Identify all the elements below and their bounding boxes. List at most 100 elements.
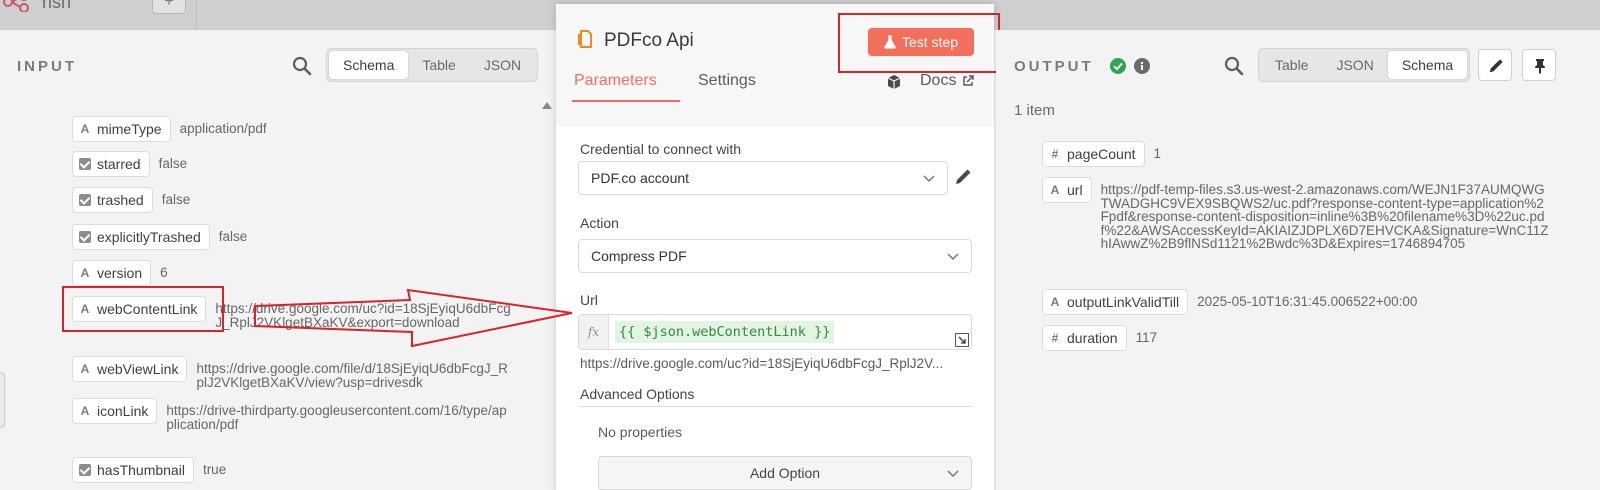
field-value: false [158, 156, 188, 171]
annotation-highlight-test-step [838, 13, 1000, 73]
cube-icon [887, 75, 901, 89]
schema-field: starred false [72, 151, 187, 177]
expand-icon[interactable] [955, 333, 969, 347]
field-name: version [97, 265, 143, 281]
edit-output-button[interactable] [1478, 49, 1512, 81]
field-value: https://drive-thirdparty.googleuserconte… [166, 403, 507, 432]
action-select[interactable]: Compress PDF [578, 239, 972, 273]
tab-json[interactable]: JSON [1322, 51, 1387, 79]
pin-icon [1535, 59, 1545, 74]
search-icon[interactable] [292, 56, 312, 76]
panel-resize-handle[interactable] [0, 372, 5, 428]
docs-label: Docs [920, 72, 957, 89]
field-name: mimeType [97, 121, 162, 137]
schema-field: hasThumbnail true [72, 457, 226, 483]
string-type-icon: A [80, 266, 90, 280]
pencil-icon [1489, 59, 1503, 73]
number-type-icon: # [1051, 331, 1059, 345]
tab-table[interactable]: Table [1261, 51, 1322, 79]
add-button[interactable]: + [152, 0, 186, 14]
add-option-dropdown[interactable]: Add Option [598, 456, 972, 490]
tab-json[interactable]: JSON [470, 51, 535, 79]
field-value: https://drive.google.com/uc?id=18SjEyiqU… [215, 301, 511, 330]
workflow-icon [2, 0, 32, 13]
boolean-type-icon [79, 158, 91, 170]
scroll-up-arrow[interactable] [542, 102, 552, 109]
schema-field: # pageCount 1 [1042, 141, 1161, 167]
divider [578, 406, 972, 407]
field-pill[interactable]: trashed [72, 187, 153, 213]
field-pill[interactable]: starred [72, 151, 150, 177]
no-properties-text: No properties [598, 424, 683, 440]
schema-field: AoutputLinkValidTill 2025-05-10T16:31:45… [1042, 289, 1417, 315]
node-title[interactable]: PDFco Api [604, 30, 694, 52]
action-value: Compress PDF [591, 248, 687, 264]
field-name: iconLink [97, 403, 149, 419]
field-pill[interactable]: AoutputLinkValidTill [1042, 289, 1189, 315]
url-expression-input[interactable]: fx {{ $json.webContentLink }} [578, 314, 972, 350]
boolean-type-icon [79, 464, 91, 476]
tab-settings[interactable]: Settings [698, 72, 756, 90]
search-icon[interactable] [1224, 56, 1244, 76]
node-details-modal: INPUT Schema Table JSON AmimeType applic… [0, 4, 1600, 490]
workflow-name[interactable]: rish [42, 0, 71, 13]
input-title: INPUT [17, 58, 77, 75]
output-view-switcher: Table JSON Schema [1258, 48, 1471, 82]
docs-link[interactable]: Docs [920, 72, 975, 90]
field-name: explicitlyTrashed [97, 229, 201, 245]
url-label: Url [580, 292, 598, 308]
items-count: 1 item [1014, 102, 1055, 119]
tab-parameters[interactable]: Parameters [574, 72, 657, 90]
divider [196, 0, 197, 32]
schema-field: AmimeType application/pdf [72, 116, 267, 142]
field-value: 1 [1153, 146, 1162, 161]
field-pill[interactable]: AwebViewLink [72, 356, 188, 382]
external-link-icon [963, 75, 975, 86]
tab-table[interactable]: Table [408, 51, 469, 79]
annotation-highlight-webcontentlink [62, 286, 224, 332]
schema-field: trashed false [72, 187, 190, 213]
field-pill[interactable]: hasThumbnail [72, 457, 194, 483]
active-tab-indicator [572, 100, 680, 102]
tab-schema[interactable]: Schema [329, 51, 409, 79]
advanced-options-title: Advanced Options [580, 386, 695, 402]
field-name: webViewLink [97, 361, 179, 377]
field-value: 117 [1135, 330, 1158, 345]
field-value: application/pdf [179, 121, 267, 136]
field-value: 2025-05-10T16:31:45.006522+00:00 [1197, 294, 1418, 309]
pencil-icon[interactable] [954, 168, 972, 186]
check-circle-icon [1110, 58, 1126, 74]
field-pill[interactable]: Aversion [72, 260, 152, 286]
schema-field: Aurl https://pdf-temp-files.s3.us-west-2… [1042, 177, 1551, 251]
field-value: https://pdf-temp-files.s3.us-west-2.amaz… [1100, 182, 1549, 252]
string-type-icon: A [1050, 295, 1060, 309]
add-option-label: Add Option [749, 465, 821, 481]
input-panel: INPUT Schema Table JSON AmimeType applic… [0, 30, 540, 490]
schema-field: AwebViewLink https://drive.google.com/fi… [72, 356, 514, 390]
output-title: OUTPUT [1014, 58, 1094, 75]
info-icon[interactable] [1134, 58, 1150, 74]
boolean-type-icon [79, 194, 91, 206]
field-pill[interactable]: # duration [1042, 325, 1127, 351]
string-type-icon: A [1050, 183, 1060, 197]
field-pill[interactable]: # pageCount [1042, 141, 1145, 167]
chevron-down-icon [947, 253, 959, 261]
output-panel: OUTPUT Table JSON Schema 1 item # pageCou… [996, 30, 1600, 490]
boolean-type-icon [79, 231, 91, 243]
schema-field: explicitlyTrashed false [72, 224, 247, 250]
field-name: trashed [97, 192, 144, 208]
field-pill[interactable]: Aurl [1042, 177, 1092, 203]
field-pill[interactable]: explicitlyTrashed [72, 224, 210, 250]
tab-schema[interactable]: Schema [1387, 51, 1468, 79]
chevron-down-icon [923, 175, 935, 183]
field-value: https://drive.google.com/file/d/18SjEyiq… [196, 361, 508, 390]
string-type-icon: A [80, 362, 90, 376]
schema-field: # duration 117 [1042, 325, 1157, 351]
field-pill[interactable]: AmimeType [72, 116, 171, 142]
field-pill[interactable]: AiconLink [72, 398, 158, 424]
credential-select[interactable]: PDF.co account [578, 161, 948, 195]
string-type-icon: A [80, 404, 90, 418]
action-label: Action [580, 215, 619, 231]
chevron-down-icon [947, 470, 959, 478]
pin-data-button[interactable] [1522, 49, 1556, 81]
